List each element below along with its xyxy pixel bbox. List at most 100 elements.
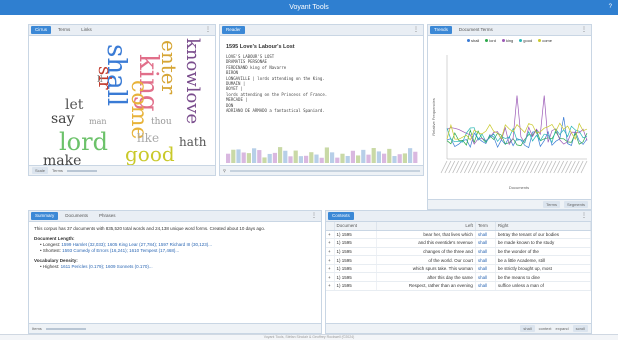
document-strip-bar[interactable] bbox=[335, 157, 340, 163]
table-row[interactable]: +1) 1595 changes of the three and shall be … bbox=[326, 247, 591, 257]
cloud-word[interactable]: lord bbox=[59, 130, 108, 154]
segments-button[interactable]: Segments bbox=[563, 201, 588, 208]
items-slider[interactable] bbox=[45, 327, 86, 330]
longest-links[interactable]: 1599 Hamlet (32,033); 1605 King Lear (27… bbox=[61, 242, 212, 247]
cloud-word[interactable]: let bbox=[65, 98, 83, 112]
table-row[interactable]: +1) 1595 which spurs take. This woman shal… bbox=[326, 264, 591, 274]
column-header[interactable]: Term bbox=[475, 222, 496, 231]
column-header[interactable]: Left bbox=[376, 222, 476, 231]
expand-icon[interactable]: + bbox=[326, 264, 335, 274]
legend-item[interactable]: shall bbox=[467, 38, 479, 43]
cloud-word[interactable]: hath bbox=[179, 136, 206, 148]
document-strip-bar[interactable] bbox=[382, 153, 387, 163]
document-strip-bar[interactable] bbox=[408, 148, 413, 163]
column-header[interactable]: Document bbox=[334, 222, 377, 231]
cloud-word[interactable]: say bbox=[51, 112, 74, 126]
panel-menu-icon[interactable]: ⋮ bbox=[311, 212, 317, 219]
document-strip-bar[interactable] bbox=[288, 156, 293, 163]
cloud-word[interactable]: man bbox=[89, 118, 107, 126]
document-strip-bar[interactable] bbox=[376, 151, 381, 163]
panel-menu-icon[interactable]: ⋮ bbox=[581, 212, 587, 219]
document-strip-bar[interactable] bbox=[330, 152, 335, 163]
document-strip-bar[interactable] bbox=[293, 150, 298, 163]
scroll-button[interactable]: scroll bbox=[572, 325, 588, 332]
document-strip-bar[interactable] bbox=[350, 150, 355, 163]
document-strip-bar[interactable] bbox=[371, 148, 376, 163]
document-strip-bar[interactable] bbox=[278, 147, 283, 163]
document-strip-bar[interactable] bbox=[340, 153, 345, 163]
legend-item[interactable]: king bbox=[501, 38, 513, 43]
document-strip-bar[interactable] bbox=[345, 155, 350, 163]
document-strip-bar[interactable] bbox=[314, 154, 319, 163]
document-strip-bar[interactable] bbox=[246, 153, 251, 163]
cloud-word[interactable]: ll bbox=[97, 76, 103, 85]
document-strip-bar[interactable] bbox=[324, 147, 329, 163]
cloud-word[interactable]: good bbox=[125, 144, 175, 164]
scale-button[interactable]: Scale bbox=[32, 167, 49, 174]
document-strip-bar[interactable] bbox=[236, 149, 241, 163]
document-strip-bar[interactable] bbox=[387, 148, 392, 163]
document-strip-bar[interactable] bbox=[262, 157, 267, 163]
tab-cirrus[interactable]: Cirrus bbox=[31, 26, 51, 34]
term-filter[interactable]: shall bbox=[520, 325, 535, 332]
legend-item[interactable]: good bbox=[519, 38, 532, 43]
terms-slider[interactable] bbox=[66, 169, 97, 172]
tab-reader[interactable]: Reader bbox=[222, 26, 245, 34]
table-row[interactable]: +1) 1595 after this day the same shall be t… bbox=[326, 272, 591, 283]
document-strip-bar[interactable] bbox=[356, 155, 361, 163]
expand-icon[interactable]: + bbox=[326, 238, 335, 248]
terms-button[interactable]: Terms bbox=[543, 201, 560, 208]
highest-links[interactable]: 1611 Pericles (0.179); 1609 Sonnets (0.1… bbox=[61, 264, 153, 269]
document-strip-bar[interactable] bbox=[361, 149, 366, 163]
document-strip-bar[interactable] bbox=[231, 149, 236, 163]
document-strip-bar[interactable] bbox=[304, 155, 309, 163]
document-strip-bar[interactable] bbox=[319, 157, 324, 163]
panel-menu-icon[interactable]: ⋮ bbox=[205, 26, 211, 33]
tab-documents[interactable]: Documents bbox=[61, 212, 92, 220]
expand-icon[interactable]: + bbox=[326, 247, 335, 257]
tab-terms[interactable]: Terms bbox=[54, 26, 74, 34]
expand-icon[interactable]: + bbox=[326, 272, 335, 283]
document-strip-bar[interactable] bbox=[397, 154, 402, 163]
search-icon[interactable]: ⚲ bbox=[223, 168, 226, 173]
table-row[interactable]: +1) 1595 and this eventide's revenue shall… bbox=[326, 238, 591, 248]
cloud-word[interactable]: knowlove bbox=[182, 38, 203, 124]
document-strip-bar[interactable] bbox=[392, 156, 397, 163]
reader-scroll[interactable] bbox=[229, 169, 420, 172]
tab-trends[interactable]: Trends bbox=[430, 26, 452, 34]
legend-item[interactable]: lord bbox=[485, 38, 496, 43]
expand-icon[interactable]: + bbox=[326, 255, 335, 265]
document-strip-bar[interactable] bbox=[309, 152, 314, 163]
document-strip-bar[interactable] bbox=[267, 153, 272, 163]
expand-icon[interactable]: + bbox=[326, 281, 335, 291]
document-strip-bar[interactable] bbox=[366, 154, 371, 163]
tab-links[interactable]: Links bbox=[77, 26, 96, 34]
column-header[interactable]: Right bbox=[495, 222, 591, 231]
tab-summary[interactable]: Summary bbox=[31, 212, 59, 220]
document-strip[interactable] bbox=[226, 145, 418, 163]
tab-document-terms[interactable]: Document Terms bbox=[455, 26, 497, 34]
table-row[interactable]: +1) 1595 of the world. Our court shall be a… bbox=[326, 255, 591, 265]
document-strip-bar[interactable] bbox=[413, 151, 418, 163]
document-strip-bar[interactable] bbox=[252, 148, 257, 163]
column-header[interactable] bbox=[326, 222, 335, 231]
tab-phrases[interactable]: Phrases bbox=[95, 212, 120, 220]
expand-icon[interactable]: + bbox=[326, 230, 335, 240]
document-strip-bar[interactable] bbox=[226, 153, 231, 163]
document-strip-bar[interactable] bbox=[402, 153, 407, 163]
document-strip-bar[interactable] bbox=[298, 156, 303, 163]
document-strip-bar[interactable] bbox=[257, 150, 262, 163]
document-strip-bar[interactable] bbox=[272, 152, 277, 163]
table-row[interactable]: +1) 1595 Respect, rather than an evening s… bbox=[326, 281, 591, 291]
legend-item[interactable]: come bbox=[538, 38, 552, 43]
document-strip-bar[interactable] bbox=[241, 152, 246, 163]
help-button[interactable]: ? bbox=[609, 0, 612, 15]
tab-contexts[interactable]: Contexts bbox=[328, 212, 354, 220]
panel-menu-icon[interactable]: ⋮ bbox=[581, 26, 587, 33]
cloud-word[interactable]: thou bbox=[151, 118, 172, 127]
shortest-links[interactable]: 1593 Comedy of Errors (16,241); 1610 Tem… bbox=[62, 248, 179, 253]
trends-chart[interactable]: Relative Frequencies Documents bbox=[429, 47, 592, 197]
panel-menu-icon[interactable]: ⋮ bbox=[413, 26, 419, 33]
document-strip-bar[interactable] bbox=[283, 150, 288, 163]
table-row[interactable]: +1) 1595 bear her, that lives which shall b… bbox=[326, 230, 591, 240]
